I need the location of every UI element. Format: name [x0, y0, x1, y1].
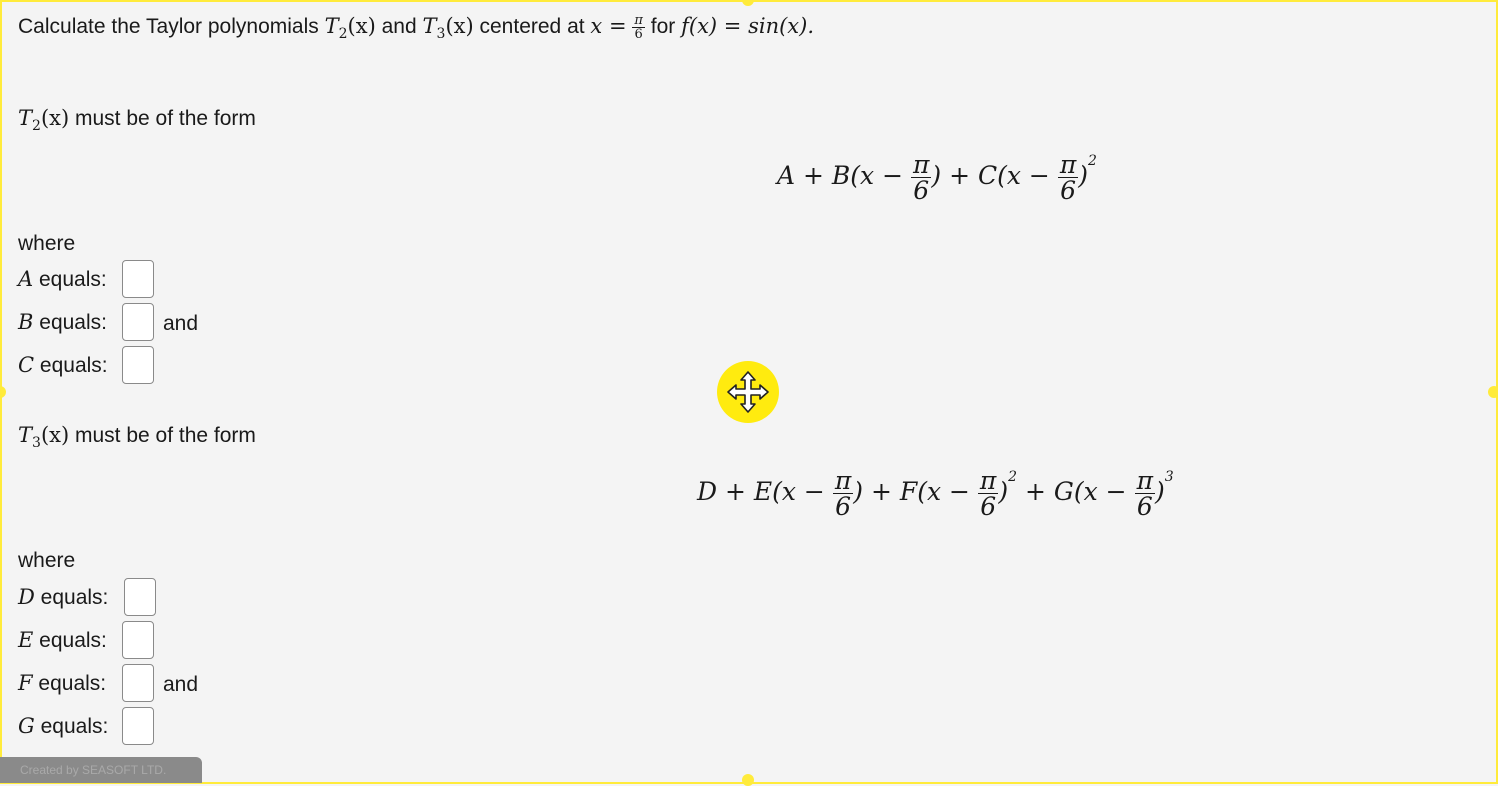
e-label: E equals:: [18, 628, 107, 652]
resize-handle-bottom[interactable]: [742, 774, 754, 786]
move-button[interactable]: [717, 361, 779, 423]
c-input[interactable]: [122, 346, 154, 384]
fraction: π6: [1134, 466, 1155, 521]
t2-form-label: T2(x) must be of the form: [18, 106, 256, 135]
footer-credit: Created by SEASOFT LTD.: [0, 757, 202, 783]
g-input[interactable]: [122, 707, 154, 745]
move-arrows-icon: [727, 371, 769, 413]
t3-formula: D + E(x − π 6) + F(x − π 6)2 + G(x − π 6)3: [697, 466, 1174, 521]
resize-handle-right[interactable]: [1488, 386, 1498, 398]
f-label: F equals:: [18, 671, 107, 695]
t2-formula: A + B(x − π 6) + C(x − π 6)2: [777, 150, 1097, 205]
a-input[interactable]: [122, 260, 154, 298]
d-label: D equals:: [18, 585, 109, 609]
and-label: and: [163, 312, 199, 335]
t3-form-label: T3(x) must be of the form: [18, 423, 256, 452]
fraction: π6: [977, 466, 999, 521]
fraction: π6: [832, 466, 854, 521]
where-label: where: [18, 232, 76, 255]
g-label: G equals:: [18, 714, 109, 738]
e-input[interactable]: [122, 621, 154, 659]
a-label: A equals:: [18, 267, 107, 291]
question-text: Calculate the Taylor polynomials T2(x) a…: [18, 13, 814, 43]
b-input[interactable]: [122, 303, 154, 341]
d-input[interactable]: [124, 578, 156, 616]
fraction: π6: [1057, 150, 1079, 205]
pi-over-six: π6: [632, 13, 645, 42]
fraction: π6: [910, 150, 932, 205]
f-input[interactable]: [122, 664, 154, 702]
c-label: C equals:: [18, 353, 108, 377]
where-label: where: [18, 549, 76, 572]
b-label: B equals:: [18, 310, 107, 334]
and-label: and: [163, 673, 199, 696]
